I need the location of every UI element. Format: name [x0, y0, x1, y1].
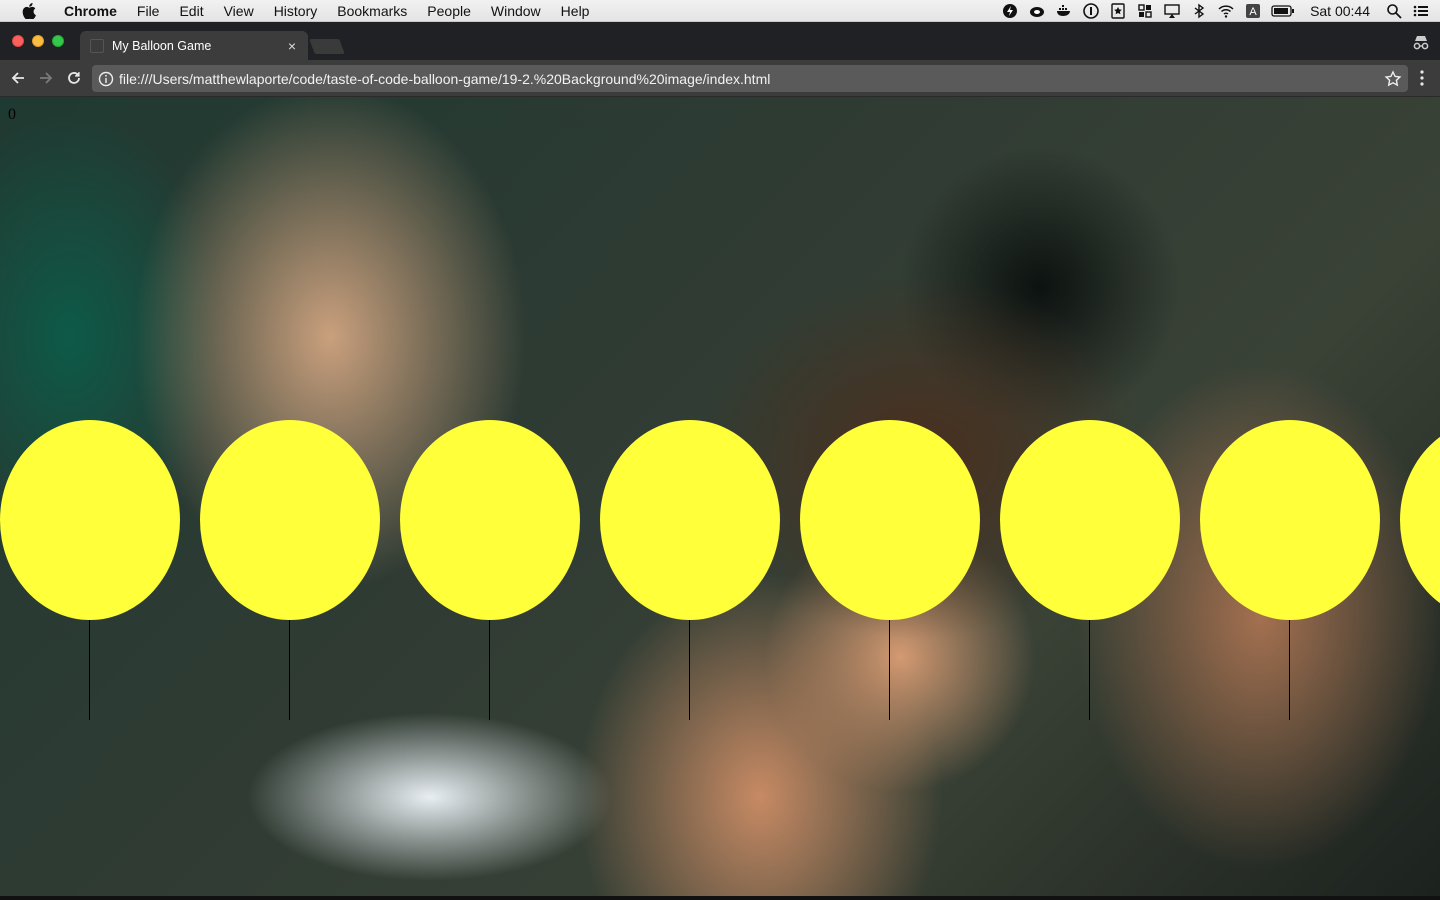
balloon-body[interactable] — [1000, 420, 1180, 620]
browser-tab-active[interactable]: My Balloon Game × — [80, 31, 308, 60]
bluetooth-icon[interactable] — [1190, 3, 1208, 19]
menu-file[interactable]: File — [127, 0, 170, 22]
address-bar[interactable]: file:///Users/matthewlaporte/code/taste-… — [92, 65, 1408, 92]
menu-history[interactable]: History — [264, 0, 328, 22]
wifi-icon[interactable] — [1217, 3, 1235, 19]
1password-icon[interactable] — [1082, 3, 1100, 19]
balloon[interactable] — [1400, 420, 1440, 720]
battery-icon[interactable] — [1271, 3, 1295, 19]
notification-center-icon[interactable] — [1412, 3, 1430, 19]
url-text[interactable]: file:///Users/matthewlaporte/code/taste-… — [119, 71, 1384, 87]
new-tab-button[interactable] — [309, 39, 345, 54]
balloon-string — [489, 620, 490, 720]
docker-icon[interactable] — [1055, 3, 1073, 19]
window-close-button[interactable] — [12, 35, 24, 47]
window-minimize-button[interactable] — [32, 35, 44, 47]
balloon[interactable] — [600, 420, 780, 720]
menubar-clock[interactable]: Sat 00:44 — [1310, 3, 1370, 19]
balloon[interactable] — [1000, 420, 1180, 720]
balloon-string — [889, 620, 890, 720]
cloud-icon[interactable] — [1028, 3, 1046, 19]
flash-icon[interactable] — [1001, 3, 1019, 19]
menu-help[interactable]: Help — [551, 0, 600, 22]
status-tray: A Sat 00:44 — [1001, 0, 1430, 22]
browser-toolbar: file:///Users/matthewlaporte/code/taste-… — [0, 60, 1440, 97]
score-counter: 0 — [8, 106, 16, 123]
window-bottom-edge — [0, 896, 1440, 900]
menu-window[interactable]: Window — [481, 0, 551, 22]
back-arrow-icon[interactable] — [8, 68, 28, 88]
balloon[interactable] — [0, 420, 180, 720]
balloon-body[interactable] — [800, 420, 980, 620]
bookmark-icon[interactable] — [1109, 3, 1127, 19]
page-favicon-icon — [90, 38, 104, 53]
menu-people[interactable]: People — [417, 0, 481, 22]
balloon-string — [89, 620, 90, 720]
page-viewport: 0 — [0, 97, 1440, 896]
reload-icon[interactable] — [64, 68, 84, 88]
balloon-body[interactable] — [1400, 420, 1440, 620]
grid-icon[interactable] — [1136, 3, 1154, 19]
bookmark-star-icon[interactable] — [1384, 69, 1402, 88]
incognito-icon[interactable] — [1412, 34, 1430, 50]
browser-tab-strip: My Balloon Game × — [0, 22, 1440, 60]
balloon[interactable] — [200, 420, 380, 720]
chrome-menu-icon[interactable] — [1414, 69, 1430, 87]
tab-close-icon[interactable]: × — [284, 38, 300, 54]
spotlight-icon[interactable] — [1385, 3, 1403, 19]
balloon-body[interactable] — [1200, 420, 1380, 620]
window-zoom-button[interactable] — [52, 35, 64, 47]
balloon-string — [1089, 620, 1090, 720]
balloon-body[interactable] — [600, 420, 780, 620]
balloon-body[interactable] — [400, 420, 580, 620]
tab-title: My Balloon Game — [112, 38, 212, 53]
macos-menu-bar: Chrome File Edit View History Bookmarks … — [0, 0, 1440, 22]
balloon-string — [689, 620, 690, 720]
forward-arrow-icon[interactable] — [36, 68, 56, 88]
balloon[interactable] — [800, 420, 980, 720]
balloon-body[interactable] — [0, 420, 180, 620]
balloon[interactable] — [400, 420, 580, 720]
site-info-icon[interactable] — [98, 71, 114, 87]
balloon-string — [289, 620, 290, 720]
balloon-string — [1289, 620, 1290, 720]
keyboard-input-icon[interactable]: A — [1244, 3, 1262, 19]
menu-edit[interactable]: Edit — [169, 0, 213, 22]
svg-text:A: A — [1249, 6, 1257, 18]
menu-app-chrome[interactable]: Chrome — [54, 0, 127, 22]
balloon-body[interactable] — [200, 420, 380, 620]
balloon[interactable] — [1200, 420, 1380, 720]
menu-view[interactable]: View — [214, 0, 264, 22]
menu-bookmarks[interactable]: Bookmarks — [327, 0, 417, 22]
apple-menu-icon[interactable] — [18, 0, 40, 22]
airplay-icon[interactable] — [1163, 3, 1181, 19]
